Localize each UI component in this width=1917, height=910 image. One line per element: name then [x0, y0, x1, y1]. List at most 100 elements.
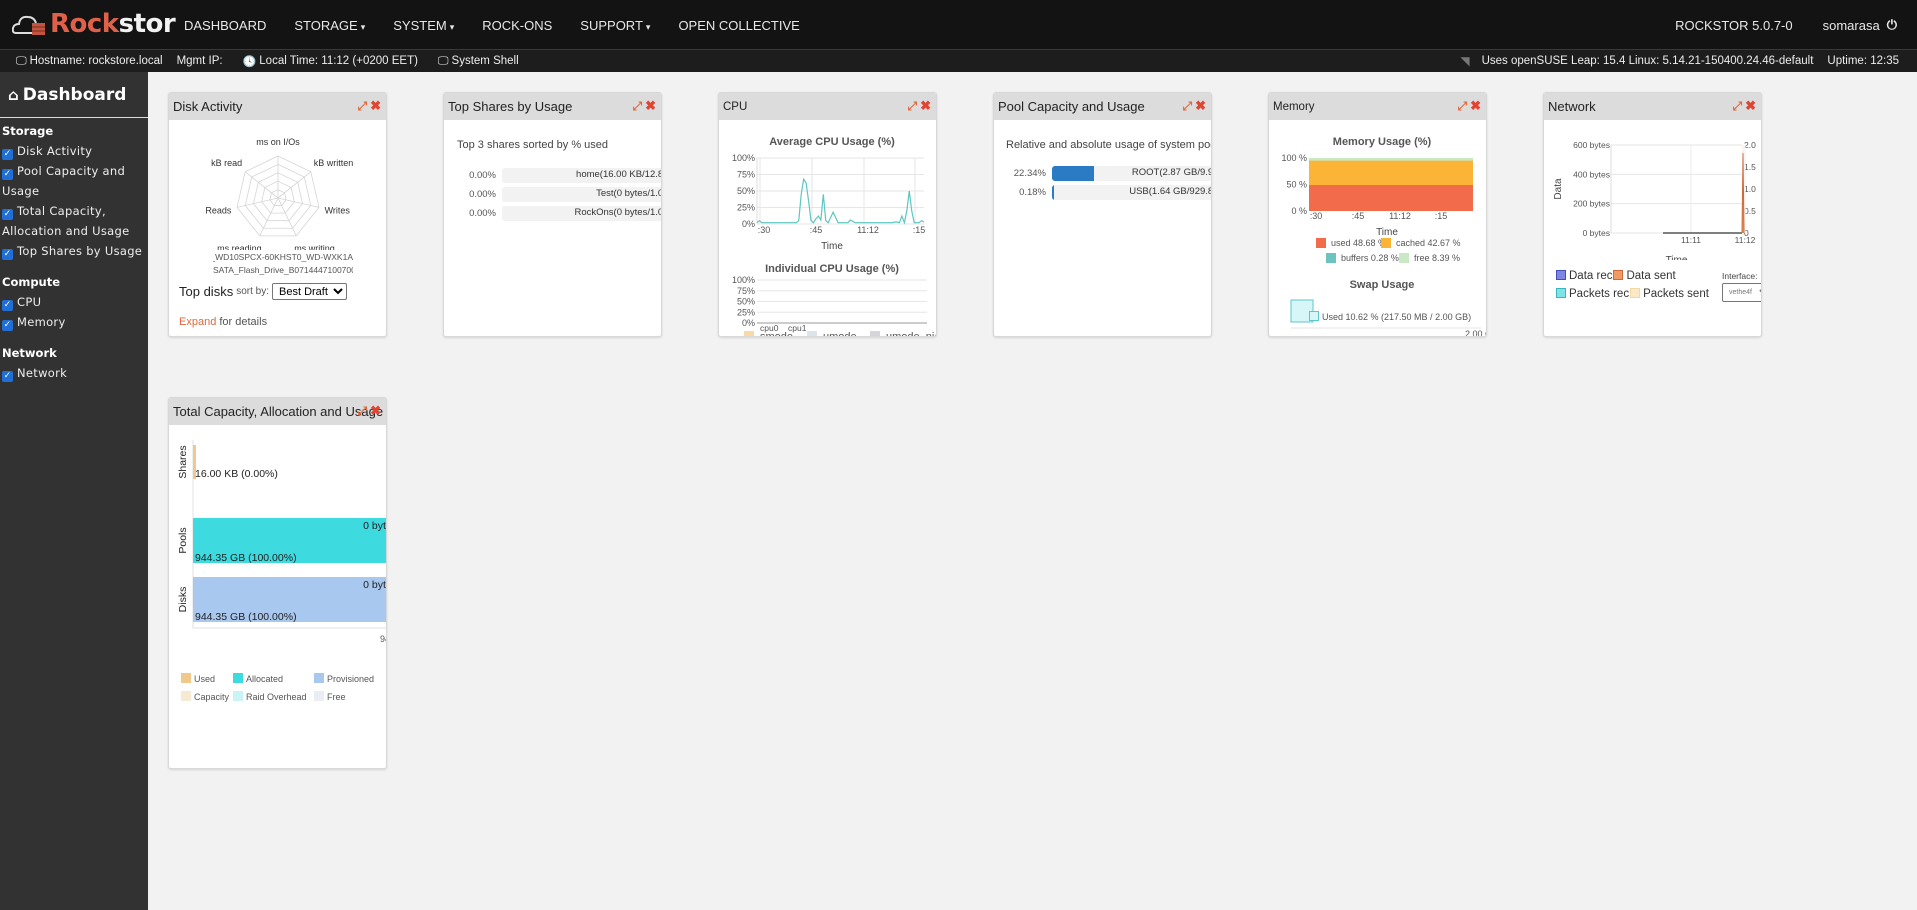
legend-swatch	[314, 691, 324, 701]
dashboard-content: Disk Activity ⤢ ✖ ms on I/Os kB written Wri…	[148, 72, 1917, 910]
widget-title: Top Shares by Usage	[448, 99, 573, 114]
network-chart: 600 bytes 400 bytes 200 bytes 0 bytes 2.0 1.5…	[1553, 140, 1756, 266]
nav-storage[interactable]: STORAGE ▾	[294, 18, 365, 33]
close-icon[interactable]: ✖	[370, 403, 381, 419]
expand-icon[interactable]: ⤢	[357, 404, 367, 419]
legend-label[interactable]: Packets rec	[1569, 288, 1629, 300]
nav-rock-ons[interactable]: ROCK-ONS	[482, 18, 552, 33]
local-time-text: Local Time: 11:12 (+0200 EET)	[259, 55, 418, 67]
legend-label[interactable]: smode	[760, 331, 793, 337]
sidebar-title: ⌂ Dashboard	[0, 72, 148, 118]
legend-label[interactable]: umode_nice	[886, 331, 937, 337]
close-icon[interactable]: ✖	[1195, 98, 1206, 114]
power-icon[interactable]: ⏻	[1887, 17, 1897, 33]
sidebar-item-network[interactable]: ✓ Network	[0, 363, 148, 383]
expand-icon[interactable]: ⤢	[357, 99, 367, 114]
widget-header[interactable]: CPU ⤢ ✖	[719, 93, 936, 120]
widget-header[interactable]: Top Shares by Usage ⤢ ✖	[444, 93, 661, 120]
top-navbar: Rockstor DASHBOARD STORAGE ▾ SYSTEM ▾ ROCK…	[0, 0, 1917, 50]
legend-swatch	[181, 673, 191, 683]
capacity-axis-label: Pools	[177, 527, 189, 553]
legend-item[interactable]: Provisioned	[314, 670, 374, 688]
expand-icon[interactable]: ⤢	[1457, 99, 1467, 114]
expand-icon[interactable]: ⤢	[1182, 99, 1192, 114]
radar-axis-label: Reads	[205, 205, 232, 215]
capacity-bar-label: 944.35 GB (100.00%)	[195, 552, 297, 564]
nav-dashboard[interactable]: DASHBOARD	[184, 18, 266, 33]
usage-bar: Test(0 bytes/1.00 GB)	[502, 186, 661, 202]
checkbox-checked[interactable]: ✓	[2, 149, 13, 160]
sidebar-item-pool-capacity[interactable]: ✓ Pool Capacity and Usage	[0, 161, 148, 201]
username[interactable]: somarasa	[1823, 18, 1880, 33]
widget-cpu: CPU ⤢ ✖ Average CPU Usage (%) 100% 75% 50% 25…	[718, 92, 937, 337]
legend-item[interactable]: Capacity	[181, 688, 229, 706]
widget-network: Network ⤢ ✖ 600 bytes 400 bytes 200 bytes 0 …	[1543, 92, 1762, 337]
widget-header[interactable]: Network ⤢ ✖	[1544, 93, 1761, 120]
rockstor-logo[interactable]: Rockstor	[12, 8, 176, 40]
legend-label[interactable]: buffers 0.28 %	[1341, 253, 1399, 263]
legend-swatch	[1399, 253, 1409, 263]
legend-item[interactable]: Raid Overhead	[233, 688, 307, 706]
legend-swatch	[181, 691, 191, 701]
expand-link[interactable]: Expand	[179, 316, 216, 328]
usage-row: 0.00% RockOns(0 bytes/1.00 GB)	[444, 205, 661, 221]
legend-swatch	[744, 331, 754, 336]
nav-support[interactable]: SUPPORT ▾	[580, 18, 650, 33]
legend-label[interactable]: free 8.39 %	[1414, 253, 1460, 263]
expand-icon[interactable]: ⤢	[1732, 99, 1742, 114]
legend-label[interactable]: umode	[823, 331, 857, 337]
sidebar-item-total-capacity[interactable]: ✓ Total Capacity, Allocation and Usage	[0, 201, 148, 241]
nav-open-collective[interactable]: OPEN COLLECTIVE	[678, 18, 799, 33]
interface-select[interactable]: vethe4f	[1722, 283, 1761, 302]
close-icon[interactable]: ✖	[645, 98, 656, 114]
legend-label[interactable]: Data rec	[1569, 270, 1612, 282]
checkbox-checked[interactable]: ✓	[2, 169, 13, 180]
checkbox-checked[interactable]: ✓	[2, 320, 13, 331]
nav-label: DASHBOARD	[184, 17, 267, 33]
mgmt-ip-info: Mgmt IP:	[177, 55, 223, 67]
widget-total-capacity: Total Capacity, Allocation and Usage ⤢ ✖ …	[168, 397, 387, 769]
system-shell-link[interactable]: 🖵 System Shell	[438, 55, 519, 68]
checkbox-checked[interactable]: ✓	[2, 300, 13, 311]
x-tick-label: :45	[1352, 211, 1365, 221]
close-icon[interactable]: ✖	[920, 98, 931, 114]
widget-header[interactable]: Disk Activity ⤢ ✖	[169, 93, 386, 120]
legend-label[interactable]: cached 42.67 %	[1396, 238, 1461, 248]
widget-title: Total Capacity, Allocation and Usage	[173, 404, 384, 419]
checkbox-checked[interactable]: ✓	[2, 249, 13, 260]
top-disks-label: Top disks	[179, 284, 234, 299]
legend-item[interactable]: Allocated	[233, 670, 283, 688]
close-icon[interactable]: ✖	[370, 98, 381, 114]
close-icon[interactable]: ✖	[1745, 98, 1756, 114]
caret-down-icon: ▾	[360, 21, 366, 32]
legend-item[interactable]: Used	[181, 670, 215, 688]
widget-header[interactable]: Memory ⤢ ✖	[1269, 93, 1486, 120]
legend-label[interactable]: Packets sent	[1643, 288, 1709, 300]
version-label[interactable]: ROCKSTOR 5.0.7-0	[1675, 18, 1793, 33]
x-tick-label: 11:12	[1389, 211, 1411, 221]
legend-label[interactable]: Data sent	[1626, 270, 1675, 282]
legend-item[interactable]: Free	[314, 688, 346, 706]
checkbox-checked[interactable]: ✓	[2, 209, 13, 220]
sidebar-item-disk-activity[interactable]: ✓ Disk Activity	[0, 141, 148, 161]
widget-header[interactable]: Total Capacity, Allocation and Usage ⤢ ✖	[169, 398, 386, 425]
sidebar-item-cpu[interactable]: ✓ CPU	[0, 292, 148, 312]
avg-cpu-title: Average CPU Usage (%)	[769, 136, 895, 148]
usage-row: 22.34% ROOT(2.87 GB/9.98 GB)	[994, 165, 1211, 181]
x-tick-label: :15	[1435, 211, 1448, 221]
x-tick-label: 11:12	[1735, 235, 1756, 245]
expand-icon[interactable]: ⤢	[907, 99, 917, 114]
widget-header[interactable]: Pool Capacity and Usage ⤢ ✖	[994, 93, 1211, 120]
expand-icon[interactable]: ⤢	[632, 99, 642, 114]
sort-by-select[interactable]: Best Draft	[272, 283, 347, 300]
rss-icon[interactable]: ◥	[1460, 54, 1469, 68]
close-icon[interactable]: ✖	[1470, 98, 1481, 114]
nav-label: SUPPORT	[580, 17, 643, 33]
checkbox-checked[interactable]: ✓	[2, 371, 13, 382]
logo-text-rock: Rock	[50, 9, 119, 39]
y-left-tick-label: 0 bytes	[1583, 228, 1610, 238]
nav-system[interactable]: SYSTEM ▾	[393, 18, 454, 33]
legend-label[interactable]: used 48.68 %	[1331, 238, 1386, 248]
sidebar-item-memory[interactable]: ✓ Memory	[0, 312, 148, 332]
sidebar-item-top-shares[interactable]: ✓ Top Shares by Usage	[0, 241, 148, 261]
